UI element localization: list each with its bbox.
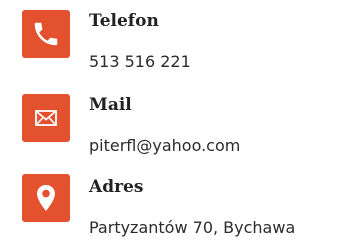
contact-mail: Mail piterfl@yahoo.com — [4, 92, 347, 156]
phone-icon — [22, 10, 70, 58]
contact-phone: Telefon 513 516 221 — [4, 8, 347, 72]
contact-label-phone: Telefon — [89, 11, 159, 31]
email-address[interactable]: piterfl@yahoo.com — [89, 136, 240, 156]
contact-address: Adres Partyzantów 70, Bychawa — [4, 174, 347, 238]
envelope-icon — [22, 94, 70, 142]
contact-label-address: Adres — [89, 177, 144, 197]
street-address: Partyzantów 70, Bychawa — [89, 218, 296, 237]
map-pin-icon — [22, 174, 70, 222]
contact-label-mail: Mail — [89, 95, 132, 115]
phone-number[interactable]: 513 516 221 — [89, 52, 191, 72]
